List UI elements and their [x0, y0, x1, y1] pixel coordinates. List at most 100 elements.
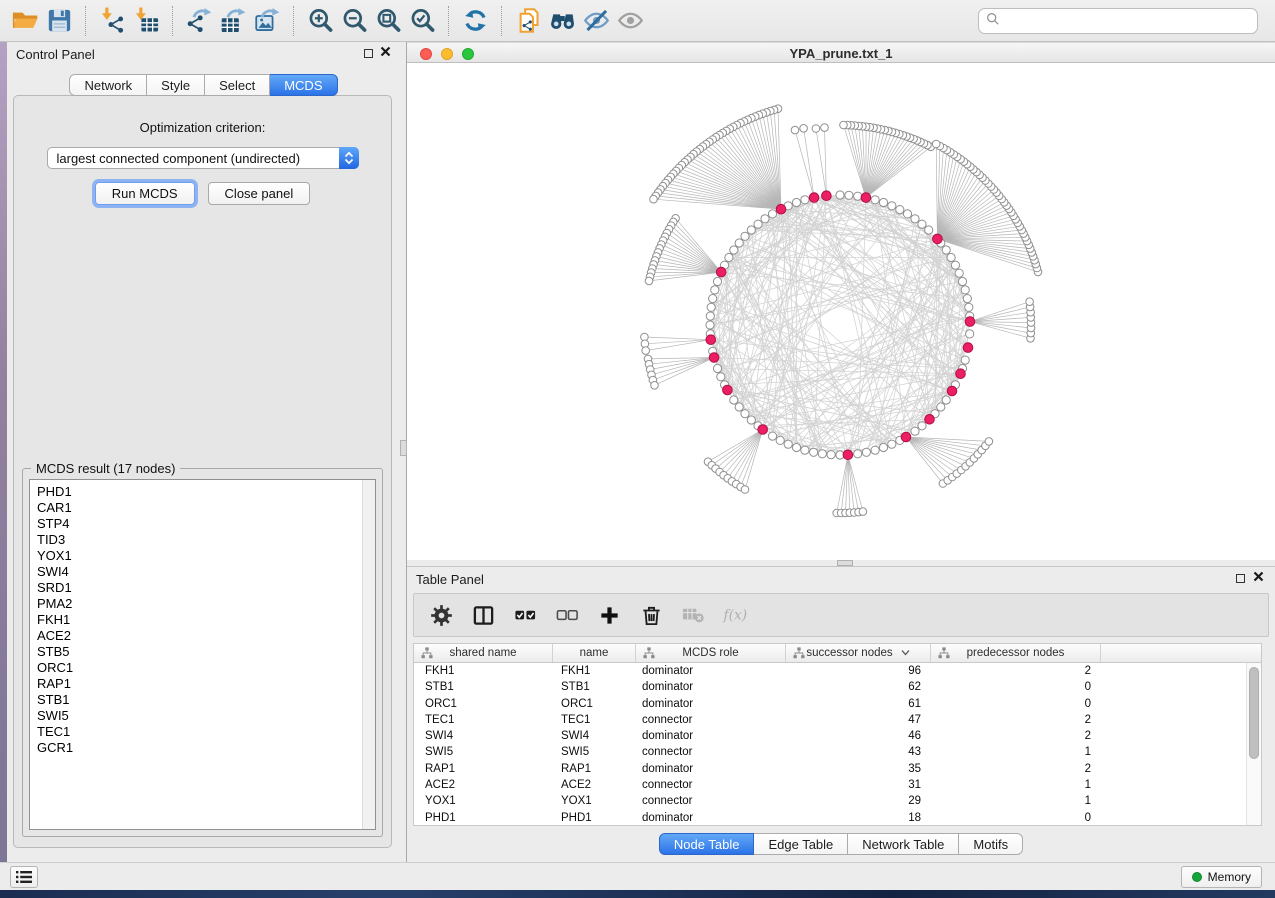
mcds-result-item[interactable]: YOX1	[37, 548, 375, 564]
mcds-result-list[interactable]: PHD1CAR1STP4TID3YOX1SWI4SRD1PMA2FKH1ACE2…	[29, 479, 376, 830]
mcds-result-item[interactable]: GCR1	[37, 740, 375, 756]
cell-shared-name: FKH1	[414, 663, 553, 679]
zoom-out-icon[interactable]	[337, 5, 371, 37]
table-row[interactable]: ORC1ORC1dominator610	[414, 696, 1261, 712]
search-input[interactable]	[1005, 14, 1257, 29]
hide-selected-icon[interactable]	[579, 5, 613, 37]
mcds-result-item[interactable]: STB1	[37, 692, 375, 708]
show-panels-button[interactable]	[10, 866, 38, 888]
open-file-icon[interactable]	[8, 5, 42, 37]
mcds-result-groupbox: MCDS result (17 nodes) PHD1CAR1STP4TID3Y…	[22, 468, 383, 837]
cell-shared-name: YOX1	[414, 793, 553, 809]
cell-MCDS-role: dominator	[636, 679, 786, 695]
cell-shared-name: PHD1	[414, 810, 553, 826]
export-network-icon[interactable]	[182, 5, 216, 37]
tab-style[interactable]: Style	[147, 74, 205, 96]
refresh-icon[interactable]	[458, 5, 492, 37]
mcds-result-item[interactable]: PMA2	[37, 596, 375, 612]
network-search-box[interactable]	[978, 8, 1258, 34]
mcds-result-item[interactable]: TEC1	[37, 724, 375, 740]
mcds-result-item[interactable]: SWI4	[37, 564, 375, 580]
cell-predecessor-nodes: 2	[931, 728, 1101, 744]
export-table-icon[interactable]	[216, 5, 250, 37]
duplicate-network-icon[interactable]	[511, 5, 545, 37]
mcds-list-scrollbar[interactable]	[362, 480, 375, 829]
column-header-successor-nodes[interactable]: successor nodes	[786, 644, 931, 662]
settings-icon[interactable]	[428, 603, 454, 627]
tab-select[interactable]: Select	[205, 74, 270, 96]
zoom-fit-icon[interactable]	[371, 5, 405, 37]
network-graph[interactable]	[407, 63, 1275, 560]
mcds-result-item[interactable]: FKH1	[37, 612, 375, 628]
mcds-result-item[interactable]: TID3	[37, 532, 375, 548]
table-row[interactable]: FKH1FKH1dominator962	[414, 663, 1261, 679]
table-row[interactable]: YOX1YOX1connector291	[414, 793, 1261, 809]
table-row[interactable]: PHD1PHD1dominator180	[414, 810, 1261, 826]
tab-motifs[interactable]: Motifs	[959, 833, 1023, 855]
mcds-result-item[interactable]: PHD1	[37, 484, 375, 500]
find-icon[interactable]	[545, 5, 579, 37]
mcds-result-item[interactable]: SRD1	[37, 580, 375, 596]
cell-successor-nodes: 96	[786, 663, 931, 679]
toolbar-separator	[172, 6, 173, 36]
table-row[interactable]: SWI4SWI4dominator462	[414, 728, 1261, 744]
cell-predecessor-nodes: 0	[931, 696, 1101, 712]
mcds-result-item[interactable]: CAR1	[37, 500, 375, 516]
tab-network-table[interactable]: Network Table	[848, 833, 959, 855]
cell-MCDS-role: connector	[636, 744, 786, 760]
mcds-result-item[interactable]: STP4	[37, 516, 375, 532]
float-panel-icon[interactable]	[1236, 574, 1245, 583]
delete-icon[interactable]	[638, 603, 664, 627]
splitter-grip[interactable]	[400, 440, 407, 456]
table-row[interactable]: ACE2ACE2connector311	[414, 777, 1261, 793]
mcds-result-item[interactable]: SWI5	[37, 708, 375, 724]
column-header-predecessor-nodes[interactable]: predecessor nodes	[931, 644, 1101, 662]
tab-mcds[interactable]: MCDS	[270, 74, 337, 96]
import-network-icon[interactable]	[95, 5, 129, 37]
columns-icon[interactable]	[470, 603, 496, 627]
import-table-icon[interactable]	[129, 5, 163, 37]
export-image-icon[interactable]	[250, 5, 284, 37]
cell-name: SWI4	[553, 728, 636, 744]
table-row[interactable]: SWI5SWI5connector431	[414, 744, 1261, 760]
network-canvas[interactable]	[407, 63, 1275, 560]
network-view-titlebar[interactable]: YPA_prune.txt_1	[407, 42, 1275, 63]
mcds-buttons-row: Run MCDS Close panel	[14, 182, 391, 205]
tab-network[interactable]: Network	[69, 74, 147, 96]
table-row[interactable]: TEC1TEC1connector472	[414, 712, 1261, 728]
deselect-all-icon[interactable]	[554, 603, 580, 627]
show-all-icon[interactable]	[613, 5, 647, 37]
table-scrollbar[interactable]	[1246, 663, 1261, 825]
cell-shared-name: STB1	[414, 679, 553, 695]
toolbar-separator	[85, 6, 86, 36]
cell-MCDS-role: connector	[636, 793, 786, 809]
cell-shared-name: RAP1	[414, 761, 553, 777]
sort-descending-icon	[901, 647, 910, 659]
table-row[interactable]: STB1STB1dominator620	[414, 679, 1261, 695]
cell-MCDS-role: connector	[636, 777, 786, 793]
select-all-icon[interactable]	[512, 603, 538, 627]
vertical-splitter[interactable]	[400, 42, 407, 862]
close-panel-icon[interactable]	[1253, 571, 1264, 585]
tab-edge-table[interactable]: Edge Table	[754, 833, 848, 855]
close-panel-icon[interactable]	[380, 46, 391, 60]
zoom-selected-icon[interactable]	[405, 5, 439, 37]
close-panel-button[interactable]: Close panel	[208, 182, 311, 205]
criterion-select[interactable]: largest connected component (undirected)	[47, 147, 359, 169]
column-header-MCDS-role[interactable]: MCDS role	[636, 644, 786, 662]
memory-button[interactable]: Memory	[1181, 866, 1262, 888]
mcds-result-item[interactable]: RAP1	[37, 676, 375, 692]
column-header-name[interactable]: name	[553, 644, 636, 662]
mcds-result-item[interactable]: ACE2	[37, 628, 375, 644]
table-row[interactable]: RAP1RAP1dominator352	[414, 761, 1261, 777]
tab-node-table[interactable]: Node Table	[659, 833, 755, 855]
column-header-shared-name[interactable]: shared name	[414, 644, 553, 662]
float-panel-icon[interactable]	[364, 49, 373, 58]
add-icon[interactable]	[596, 603, 622, 627]
mcds-result-item[interactable]: ORC1	[37, 660, 375, 676]
save-session-icon[interactable]	[42, 5, 76, 37]
run-mcds-button[interactable]: Run MCDS	[95, 182, 195, 205]
zoom-in-icon[interactable]	[303, 5, 337, 37]
scrollbar-thumb[interactable]	[1249, 667, 1259, 759]
mcds-result-item[interactable]: STB5	[37, 644, 375, 660]
